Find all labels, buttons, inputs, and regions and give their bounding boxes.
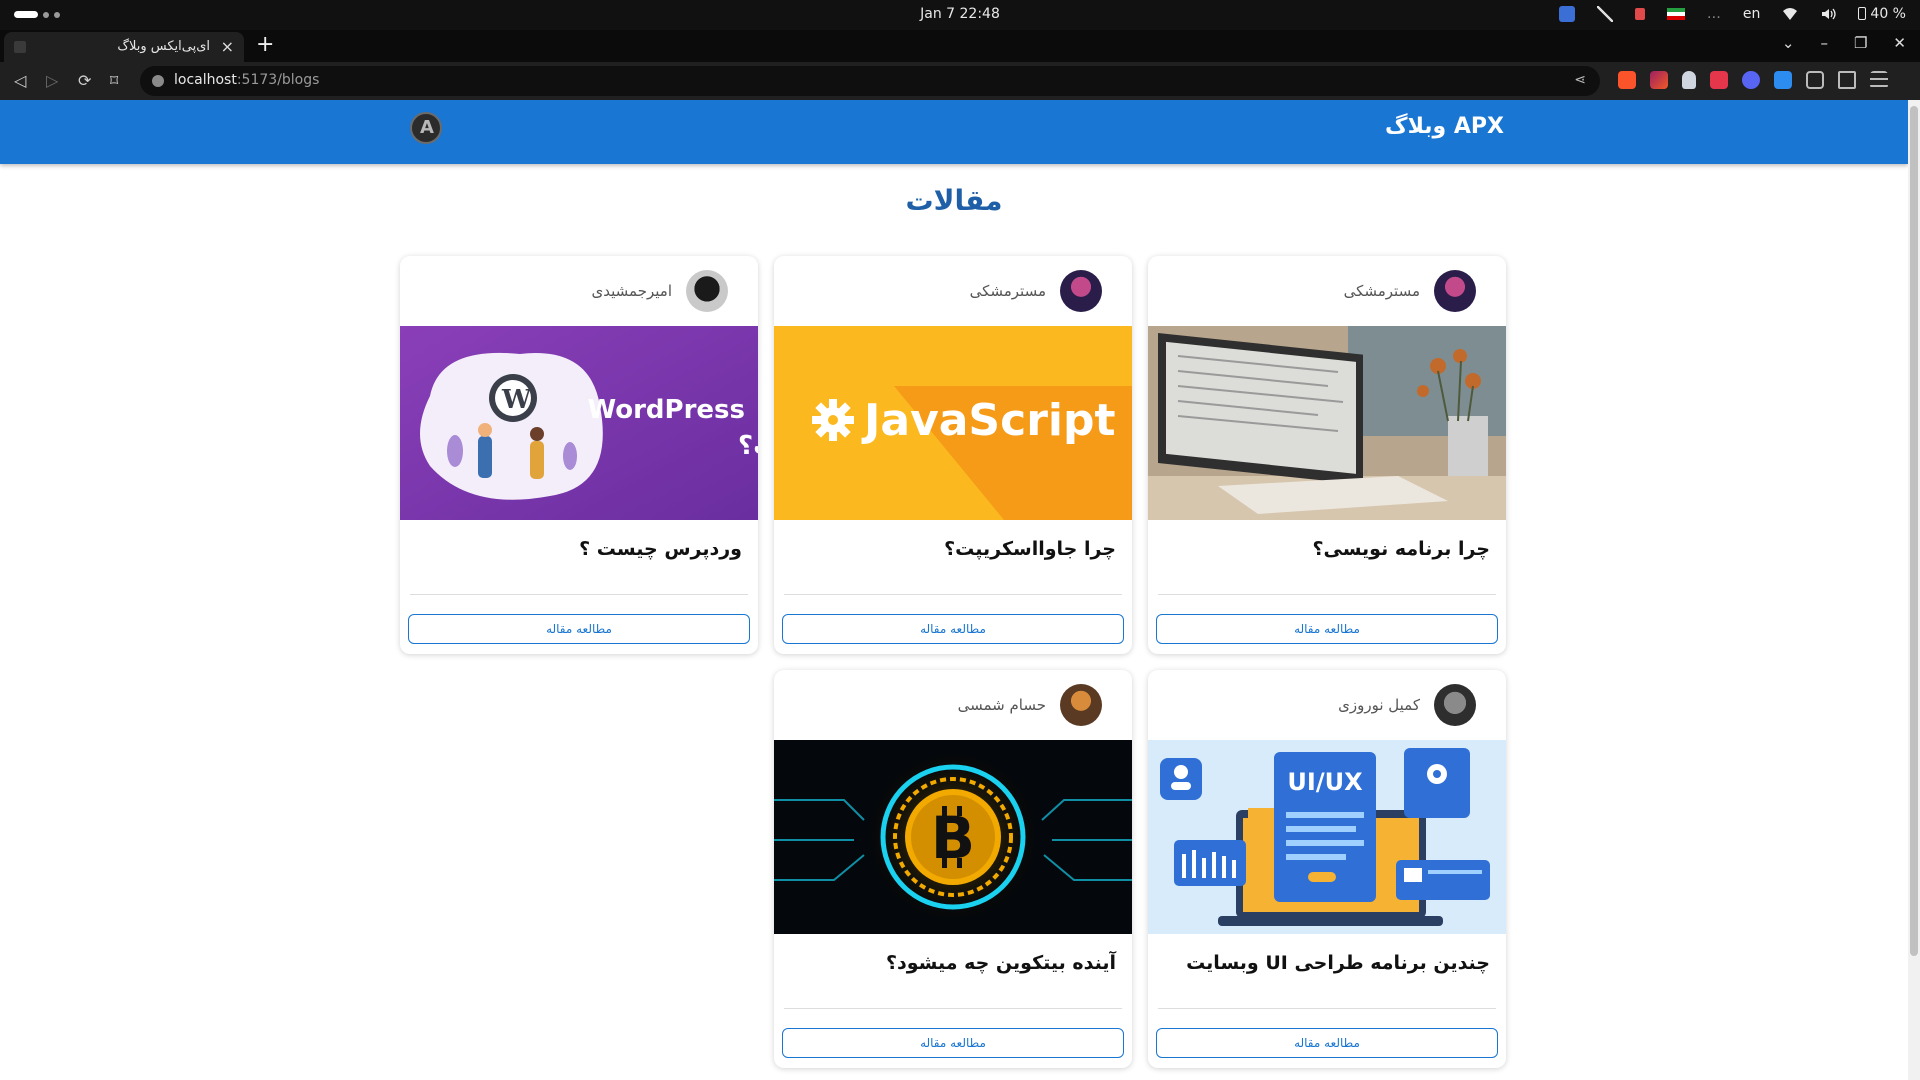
avengers-logo-icon[interactable]: [410, 112, 442, 144]
author-avatar: [1060, 270, 1102, 312]
author-avatar: [686, 270, 728, 312]
privacy-extension-icon[interactable]: [1682, 71, 1696, 89]
card-divider: [1158, 594, 1496, 595]
iran-flag-icon[interactable]: [1666, 8, 1685, 20]
tab-title: ای‌پی‌ایکس وبلاگ: [117, 39, 210, 54]
post-image-wordpress[interactable]: W WordPress چیست؟: [400, 326, 758, 520]
read-article-button[interactable]: مطالعه مقاله: [782, 614, 1124, 644]
card-divider: [784, 1008, 1122, 1009]
card-author: مسترمشکی: [1344, 270, 1476, 312]
keyboard-layout[interactable]: en: [1743, 6, 1761, 22]
volume-icon[interactable]: [1820, 6, 1837, 22]
url-host: localhost: [174, 72, 237, 88]
author-name: کمیل نوروزی: [1338, 696, 1420, 714]
ghost-extension-icon[interactable]: [1742, 71, 1760, 89]
card-author: کمیل نوروزی: [1338, 684, 1476, 726]
new-tab-button[interactable]: +: [256, 34, 274, 56]
scrollbar-thumb[interactable]: [1910, 106, 1918, 956]
page-scrollbar[interactable]: [1908, 100, 1920, 1080]
back-icon[interactable]: ◁: [14, 71, 26, 91]
ui-ux-banner-text: UI/UX: [1287, 768, 1363, 796]
wordpress-banner-text: WordPress: [587, 395, 745, 425]
forward-icon[interactable]: ▷: [46, 71, 58, 91]
sidebar-toggle-icon[interactable]: [1838, 71, 1856, 89]
favicon-icon: [14, 41, 26, 53]
page-title: مقالات: [905, 184, 1003, 217]
author-avatar: [1434, 270, 1476, 312]
system-tray: … en 40 %: [1558, 6, 1906, 22]
blog-card: مسترمشکی چرا برنامه نویسی؟ مطالعه مقاله: [1148, 256, 1506, 654]
battery-percent: 40 %: [1870, 6, 1906, 22]
url-path: :5173/blogs: [236, 72, 320, 88]
close-window-icon[interactable]: ✕: [1893, 34, 1906, 52]
window-controls: ⌄ – ❐ ✕: [1782, 34, 1920, 52]
post-title[interactable]: چرا برنامه نویسی؟: [1312, 538, 1490, 560]
author-name: امیرجمشیدی: [591, 282, 672, 300]
adblock-extension-icon[interactable]: [1710, 71, 1728, 89]
download-extension-icon[interactable]: [1774, 71, 1792, 89]
post-title[interactable]: وردپرس چیست ؟: [579, 538, 742, 560]
author-name: مسترمشکی: [969, 282, 1046, 300]
read-article-button[interactable]: مطالعه مقاله: [782, 1028, 1124, 1058]
post-title[interactable]: آینده بیتکوین چه میشود؟: [886, 952, 1116, 974]
blog-card: حسام شمسی B آینده بیتکوین چه میشود؟ مطال…: [774, 670, 1132, 1068]
battery-indicator[interactable]: 40 %: [1858, 6, 1906, 22]
blog-card: امیرجمشیدی W WordPress چیست؟ وردپرس چیست…: [400, 256, 758, 654]
screenshot-icon[interactable]: [1558, 6, 1575, 22]
extensions-area: [1618, 71, 1888, 89]
tray-ellipsis[interactable]: …: [1707, 6, 1721, 22]
tab-close-icon[interactable]: ×: [221, 37, 234, 56]
card-author: مسترمشکی: [970, 270, 1102, 312]
blog-card: مسترمشکی JavaScript چرا جاوااسکریپت؟ مطا…: [774, 256, 1132, 654]
card-divider: [784, 594, 1122, 595]
post-title[interactable]: چندین برنامه طراحی UI وبسایت: [1186, 952, 1490, 974]
brave-shield-icon[interactable]: [1618, 71, 1636, 89]
wifi-icon[interactable]: [1782, 6, 1798, 22]
card-divider: [410, 594, 748, 595]
browser-toolbar: ◁ ▷ ⟳ ⌑ localhost:5173/blogs ⋖: [0, 62, 1920, 100]
page-viewport: APX وبلاگ مقالات مسترمشکی: [0, 100, 1908, 1080]
javascript-banner-text: JavaScript: [861, 395, 1116, 446]
browser-tab-strip: ای‌پی‌ایکس وبلاگ ×: [0, 30, 1920, 62]
read-article-button[interactable]: مطالعه مقاله: [1156, 614, 1498, 644]
read-article-button[interactable]: مطالعه مقاله: [1156, 1028, 1498, 1058]
site-header: APX وبلاگ: [0, 100, 1908, 164]
share-icon[interactable]: ⋖: [1574, 72, 1586, 88]
brave-rewards-icon[interactable]: [1650, 71, 1668, 89]
author-name: حسام شمسی: [957, 696, 1046, 714]
color-picker-icon[interactable]: [1596, 6, 1613, 22]
post-image-javascript[interactable]: JavaScript: [774, 326, 1132, 520]
read-article-button[interactable]: مطالعه مقاله: [408, 614, 750, 644]
reload-icon[interactable]: ⟳: [78, 71, 91, 91]
battery-icon: [1858, 7, 1867, 20]
system-top-bar: Jan 7 22:48 … en 40 %: [0, 0, 1920, 30]
blog-card: کمیل نوروزی UI/UX چندین برنامه طراحی UI …: [1148, 670, 1506, 1068]
url-text[interactable]: localhost:5173/blogs: [174, 72, 319, 88]
browser-tab[interactable]: ای‌پی‌ایکس وبلاگ ×: [4, 32, 244, 62]
card-divider: [1158, 1008, 1496, 1009]
post-image-bitcoin[interactable]: B: [774, 740, 1132, 934]
extensions-puzzle-icon[interactable]: [1806, 71, 1824, 89]
author-avatar: [1434, 684, 1476, 726]
menu-icon[interactable]: [1870, 71, 1888, 89]
bitcoin-symbol-text: B: [931, 804, 975, 872]
site-info-icon[interactable]: [152, 75, 164, 87]
restore-icon[interactable]: ❐: [1854, 34, 1867, 52]
card-author: حسام شمسی: [958, 684, 1102, 726]
address-bar[interactable]: localhost:5173/blogs ⋖: [140, 66, 1600, 96]
svg-text:W: W: [501, 385, 532, 415]
tab-list-chevron-icon[interactable]: ⌄: [1782, 34, 1795, 52]
minimize-icon[interactable]: –: [1820, 34, 1828, 52]
post-image-ui-ux[interactable]: UI/UX: [1148, 740, 1506, 934]
post-title[interactable]: چرا جاوااسکریپت؟: [944, 538, 1116, 560]
author-avatar: [1060, 684, 1102, 726]
author-name: مسترمشکی: [1343, 282, 1420, 300]
wordpress-banner-subtext: چیست؟: [738, 431, 758, 461]
card-author: امیرجمشیدی: [592, 270, 728, 312]
site-brand[interactable]: APX وبلاگ: [1385, 114, 1504, 139]
bookmark-icon[interactable]: ⌑: [110, 71, 118, 91]
lock-icon[interactable]: [1634, 8, 1645, 20]
post-image-computer-desk[interactable]: [1148, 326, 1506, 520]
